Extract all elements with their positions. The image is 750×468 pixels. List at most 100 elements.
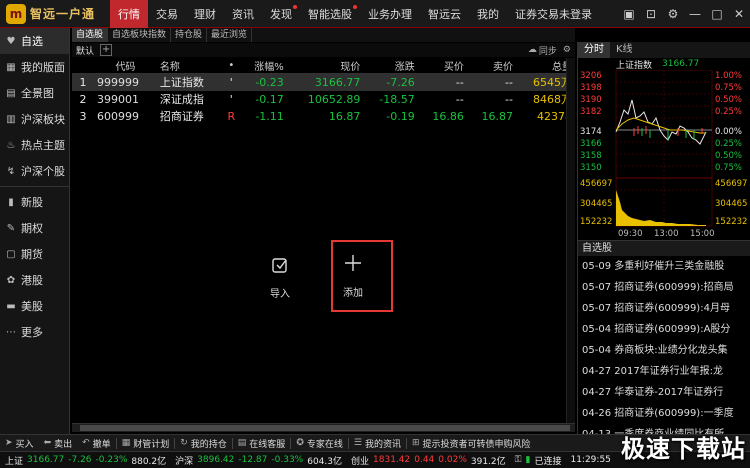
nav-item-login-status[interactable]: 证券交易未登录 bbox=[507, 0, 600, 28]
table-row[interactable]: 3 600999 招商证券 R -1.11 16.87 -0.19 16.86 … bbox=[72, 108, 575, 125]
add-group-button[interactable]: + bbox=[100, 44, 113, 56]
sidebar-item-stocks[interactable]: ↯ 沪深个股 bbox=[0, 158, 69, 184]
tab-holdings[interactable]: 持仓股 bbox=[171, 28, 208, 42]
cancel-order-button[interactable]: ↶ 撤单 bbox=[77, 437, 116, 450]
index-hs[interactable]: 沪深 3896.42 -12.87 -0.33% 604.3亿 bbox=[170, 454, 346, 467]
holdings-button[interactable]: ↻ 我的持仓 bbox=[175, 437, 232, 450]
fullscreen-icon[interactable]: ⊡ bbox=[640, 0, 662, 28]
news-item[interactable]: 05-07 招商证券(600999):招商局 bbox=[578, 277, 750, 298]
sidebar-item-hot-topics[interactable]: ♨ 热点主题 bbox=[0, 132, 69, 158]
sidebar-item-ipo[interactable]: ▮ 新股 bbox=[0, 189, 69, 215]
col-header-bid[interactable]: 买价 bbox=[417, 58, 467, 74]
import-button[interactable]: 导入 bbox=[270, 253, 290, 300]
toolbar-label: 提示投资者可转债申购风险 bbox=[422, 439, 531, 450]
nav-item-discover[interactable]: 发现 bbox=[262, 0, 300, 28]
news-list: 05-09 多重利好催升三类金融股 05-07 招商证券(600999):招商局… bbox=[578, 256, 750, 445]
sidebar-item-sectors[interactable]: ▥ 沪深板块 bbox=[0, 106, 69, 132]
logo-text: 智远一户通 bbox=[30, 7, 96, 21]
col-header-index[interactable] bbox=[72, 58, 94, 74]
nav-item-business[interactable]: 业务办理 bbox=[360, 0, 420, 28]
nav-label: 我的 bbox=[477, 7, 499, 21]
sidebar-item-hk[interactable]: ✿ 港股 bbox=[0, 267, 69, 293]
sidebar-item-more[interactable]: ⋯ 更多 bbox=[0, 319, 69, 345]
price-level: 3182 bbox=[580, 107, 602, 117]
notice-ticker[interactable]: ⊞ 提示投资者可转债申购风险 bbox=[407, 437, 536, 450]
news-item[interactable]: 05-09 多重利好催升三类金融股 bbox=[578, 256, 750, 277]
plan-icon: ▦ bbox=[121, 438, 131, 448]
index-change: -12.87 bbox=[238, 455, 268, 465]
sidebar-item-options[interactable]: ✎ 期权 bbox=[0, 215, 69, 241]
toolbar-label: 专家在线 bbox=[306, 439, 343, 450]
heart-icon: ♥ bbox=[6, 35, 16, 47]
chart-price: 3166.77 bbox=[662, 59, 700, 69]
news-item[interactable]: 05-07 招商证券(600999):4月母 bbox=[578, 298, 750, 319]
vertical-scrollbar[interactable] bbox=[566, 58, 575, 423]
news-icon: ☰ bbox=[353, 438, 362, 448]
news-item[interactable]: 04-27 华泰证券-2017年证券行 bbox=[578, 382, 750, 403]
intraday-chart[interactable]: 3206 3198 3190 3182 3174 3166 3158 3150 … bbox=[578, 70, 750, 240]
app-logo[interactable]: m 智远一户通 bbox=[0, 0, 110, 28]
pct-level: 0.75% bbox=[715, 83, 742, 93]
watermark: 极速下载站 bbox=[621, 435, 746, 463]
expert-button[interactable]: ✪ 专家在线 bbox=[291, 437, 348, 450]
tab-recent[interactable]: 最近浏览 bbox=[207, 28, 253, 42]
maximize-icon[interactable]: □ bbox=[706, 0, 728, 28]
settings-gear-icon[interactable]: ⚙ bbox=[662, 0, 684, 28]
sidebar-item-label: 全景图 bbox=[21, 87, 54, 100]
col-header-flag[interactable]: • bbox=[222, 58, 241, 74]
table-row[interactable]: 2 399001 深证成指 ' -0.17 10652.89 -18.57 --… bbox=[72, 91, 575, 108]
nav-item-trade[interactable]: 交易 bbox=[148, 0, 186, 28]
sidebar-item-futures[interactable]: ▢ 期货 bbox=[0, 241, 69, 267]
tab-intraday[interactable]: 分时 bbox=[578, 42, 610, 58]
index-sh[interactable]: 上证 3166.77 -7.26 -0.23% 880.2亿 bbox=[0, 454, 170, 467]
news-item[interactable]: 04-26 招商证券(600999):一季度 bbox=[578, 403, 750, 424]
news-item[interactable]: 05-04 券商板块:业绩分化龙头集 bbox=[578, 340, 750, 361]
nav-item-smart-pick[interactable]: 智能选股 bbox=[300, 0, 360, 28]
tab-default-group[interactable]: 默认 bbox=[72, 44, 98, 57]
sidebar-item-us[interactable]: ▬ 美股 bbox=[0, 293, 69, 319]
stock-icon: ↯ bbox=[6, 165, 16, 177]
index-price: 3896.42 bbox=[197, 455, 235, 465]
stock-code: 600999 bbox=[97, 109, 139, 123]
sidebar-item-watchlist[interactable]: ♥ 自选 bbox=[0, 28, 69, 54]
sync-button[interactable]: 同步 bbox=[539, 44, 557, 57]
index-cy[interactable]: 创业 1831.42 0.44 0.02% 391.2亿 bbox=[346, 454, 510, 467]
change-pct: -1.11 bbox=[255, 109, 284, 123]
col-header-ask[interactable]: 卖价 bbox=[466, 58, 516, 74]
nav-item-info[interactable]: 资讯 bbox=[224, 0, 262, 28]
plan-button[interactable]: ▦ 财管计划 bbox=[117, 437, 175, 450]
connection-status[interactable]: ⚿ ▮ 已连接 bbox=[510, 454, 566, 467]
minimize-icon[interactable]: — bbox=[684, 0, 706, 28]
table-row[interactable]: 1 999999 上证指数 ' -0.23 3166.77 -7.26 -- -… bbox=[72, 73, 575, 91]
scrollbar-thumb[interactable] bbox=[80, 425, 570, 431]
change-pct: -0.23 bbox=[240, 73, 287, 91]
news-item[interactable]: 05-04 招商证券(600999):A股分 bbox=[578, 319, 750, 340]
sidebar-item-panorama[interactable]: ▤ 全景图 bbox=[0, 80, 69, 106]
tab-watchlist-indices[interactable]: 自选板块指数 bbox=[108, 28, 172, 42]
sell-button[interactable]: ⬅ 卖出 bbox=[39, 437, 78, 450]
col-header-change-pct[interactable]: 涨幅% bbox=[240, 58, 287, 74]
bid: -- bbox=[455, 92, 464, 106]
chart-tabs: 分时 K线 bbox=[578, 42, 750, 58]
news-item[interactable]: 04-27 2017年证券行业年报:龙 bbox=[578, 361, 750, 382]
tab-kline[interactable]: K线 bbox=[610, 42, 639, 58]
service-button[interactable]: ▤ 在线客服 bbox=[233, 437, 291, 450]
buy-button[interactable]: ➤ 买入 bbox=[0, 437, 39, 450]
col-header-change[interactable]: 涨跌 bbox=[363, 58, 418, 74]
col-header-price[interactable]: 现价 bbox=[286, 58, 364, 74]
col-header-code[interactable]: 代码 bbox=[94, 58, 157, 74]
close-icon[interactable]: ✕ bbox=[728, 0, 750, 28]
nav-item-wealth[interactable]: 理财 bbox=[186, 0, 224, 28]
highlight-box bbox=[331, 240, 393, 312]
index-amount: 604.3亿 bbox=[307, 456, 342, 467]
tab-watchlist-stocks[interactable]: 自选股 bbox=[72, 28, 109, 42]
gear-icon[interactable]: ⚙ bbox=[563, 45, 571, 55]
nav-item-market[interactable]: 行情 bbox=[110, 0, 148, 28]
horizontal-scrollbar[interactable] bbox=[72, 423, 575, 432]
gift-icon[interactable]: ▣ bbox=[618, 0, 640, 28]
nav-item-cloud[interactable]: 智远云 bbox=[420, 0, 469, 28]
col-header-name[interactable]: 名称 bbox=[156, 58, 223, 74]
nav-item-mine[interactable]: 我的 bbox=[469, 0, 507, 28]
sidebar-item-my-layout[interactable]: ▦ 我的版面 bbox=[0, 54, 69, 80]
my-news-button[interactable]: ☰ 我的资讯 bbox=[349, 437, 406, 450]
